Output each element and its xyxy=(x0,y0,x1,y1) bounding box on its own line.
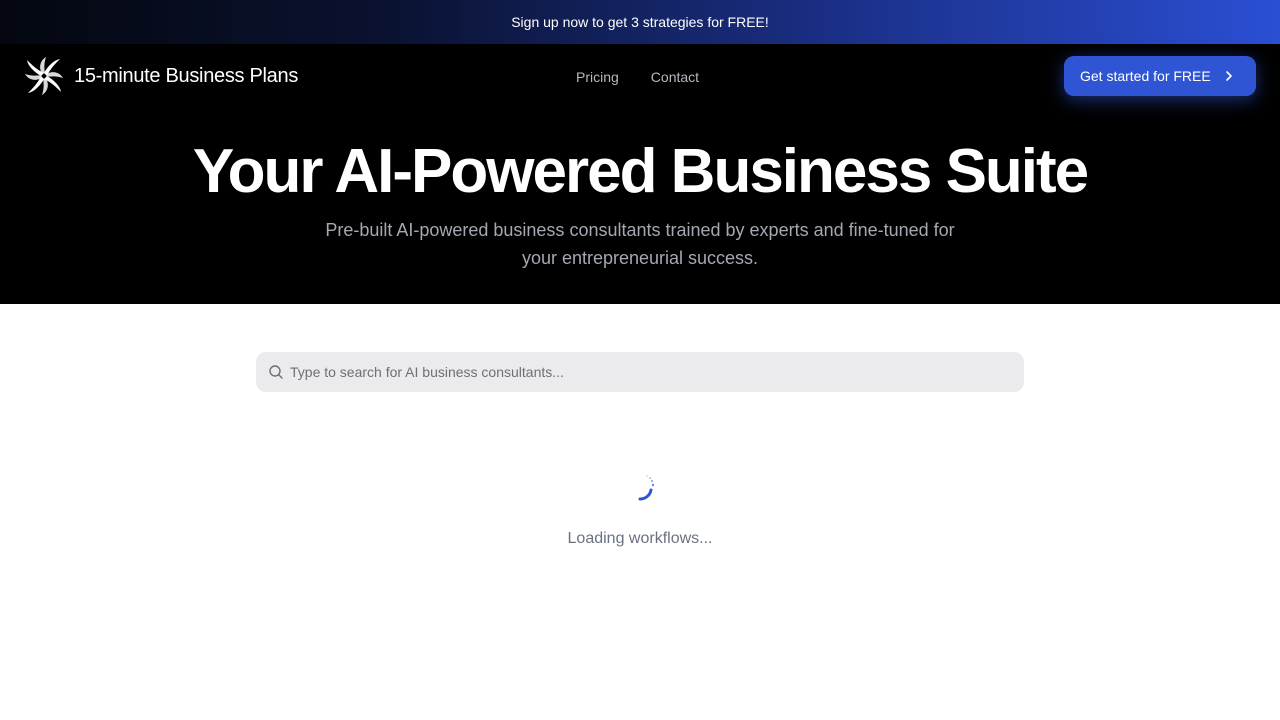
brand-name[interactable]: 15-minute Business Plans xyxy=(74,65,298,88)
get-started-button[interactable]: Get started for FREE xyxy=(1064,56,1256,96)
search-icon xyxy=(269,365,283,379)
loading-status: Loading workflows... xyxy=(567,530,713,547)
main-nav: Pricing Contact xyxy=(576,69,699,85)
nav-link-pricing[interactable]: Pricing xyxy=(576,69,619,85)
pinwheel-logo-icon xyxy=(25,57,63,95)
hero-headline: Your AI-Powered Business Suite xyxy=(192,137,1089,206)
chevron-right-icon xyxy=(1225,71,1232,81)
search-input[interactable] xyxy=(290,352,990,392)
get-started-label: Get started for FREE xyxy=(1080,68,1211,84)
announcement-text[interactable]: Sign up now to get 3 strategies for FREE… xyxy=(511,14,769,30)
brand-logo[interactable]: 15-minute Business Plans xyxy=(24,56,298,96)
hero-subtitle: Pre-built AI-powered business consultant… xyxy=(325,220,955,268)
nav-link-contact[interactable]: Contact xyxy=(651,69,699,85)
announcement-banner[interactable]: Sign up now to get 3 strategies for FREE… xyxy=(0,0,1280,44)
hero-section: 15-minute Business Plans Pricing Contact… xyxy=(0,44,1280,304)
consultant-search-bar[interactable] xyxy=(256,352,1024,392)
spinner-icon xyxy=(638,475,655,501)
